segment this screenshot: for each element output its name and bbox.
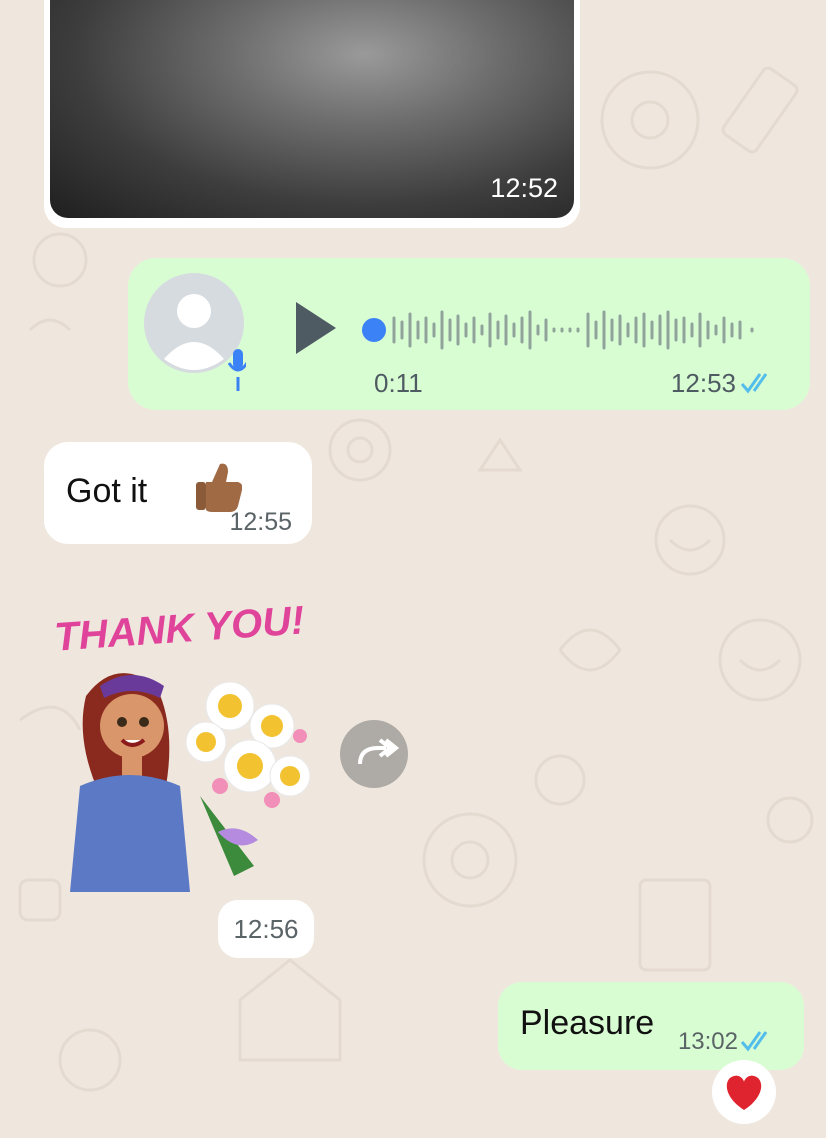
text-message-got-it[interactable]: Got it 12:55 — [44, 442, 312, 544]
forward-arrow-icon — [358, 738, 400, 765]
message-time: 12:55 — [229, 508, 292, 536]
heart-reaction[interactable] — [712, 1060, 776, 1124]
progress-dot — [362, 318, 386, 342]
sticker-caption-art: THANK YOU! — [53, 598, 306, 659]
sticker-time-badge: 12:56 — [218, 900, 314, 958]
read-ticks-icon — [740, 373, 768, 394]
avatar — [144, 273, 246, 391]
blurred-photo[interactable]: 12:52 — [50, 0, 574, 218]
voice-duration: 0:11 — [374, 368, 423, 398]
forward-button[interactable] — [340, 720, 408, 788]
message-time: 12:52 — [490, 173, 558, 203]
message-text: Pleasure — [520, 1004, 655, 1042]
voice-waveform[interactable] — [360, 304, 772, 356]
message-time: 12:53 — [670, 368, 736, 398]
voice-message[interactable]: 0:11 12:53 — [128, 258, 810, 410]
image-message[interactable]: 12:52 — [44, 0, 580, 228]
red-heart-icon — [726, 1075, 762, 1110]
message-time: 12:56 — [233, 914, 299, 944]
thank-you-sticker[interactable]: THANK YOU! — [50, 586, 320, 898]
play-icon[interactable] — [294, 300, 338, 356]
thumbs-up-icon — [196, 463, 242, 512]
text-message-pleasure[interactable]: Pleasure 13:02 — [498, 982, 804, 1070]
message-text: Got it — [66, 472, 148, 510]
read-ticks-icon — [740, 1031, 768, 1052]
message-time: 13:02 — [677, 1028, 738, 1055]
